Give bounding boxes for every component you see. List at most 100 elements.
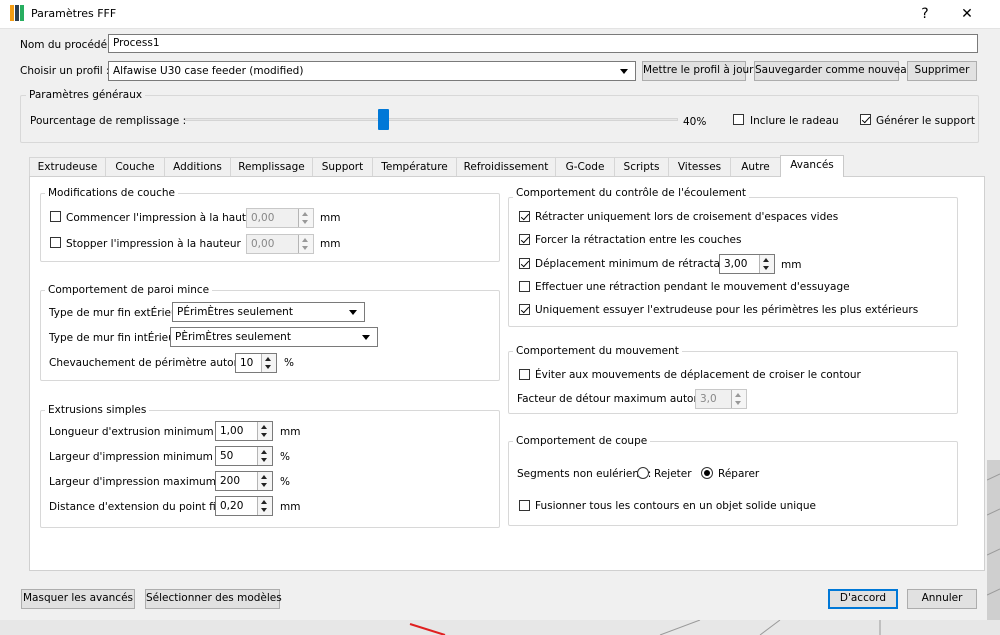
extrusion-label: Largeur d'impression maximum <box>49 476 216 488</box>
tab-additions[interactable]: Additions <box>164 157 231 176</box>
profile-label: Choisir un profil : <box>20 65 110 77</box>
extrusion-unit: mm <box>280 426 301 438</box>
min-travel-value: 3,00 <box>724 258 748 270</box>
stop-height-spinner[interactable]: 0,00 <box>246 234 314 254</box>
avoid-crossing-checkbox[interactable] <box>519 369 530 380</box>
stop-height-unit: mm <box>320 238 341 250</box>
outer-wall-select[interactable]: PÉrimÈtres seulement <box>172 302 365 322</box>
start-height-checkbox[interactable] <box>50 211 61 222</box>
chevron-down-icon <box>362 335 370 340</box>
wipe-retract-checkbox[interactable] <box>519 281 530 292</box>
start-height-value: 0,00 <box>251 212 275 224</box>
wipe-outer-checkbox[interactable] <box>519 304 530 315</box>
inner-wall-value: PÈrimÈtres seulement <box>175 331 291 343</box>
spin-arrows-icon[interactable] <box>298 209 313 227</box>
extrusion-label: Largeur d'impression minimum <box>49 451 213 463</box>
raft-checkbox[interactable] <box>733 114 744 125</box>
tab-temperature[interactable]: Température <box>372 157 457 176</box>
overlap-unit: % <box>284 357 294 369</box>
tab-scripts[interactable]: Scripts <box>614 157 669 176</box>
wipe-retract-label: Effectuer une rétraction pendant le mouv… <box>535 281 850 293</box>
start-height-label: Commencer l'impression à la hauteur <box>66 212 264 224</box>
stop-height-label: Stopper l'impression à la hauteur <box>66 238 241 250</box>
force-retract-label: Forcer la rétractation entre les couches <box>535 234 742 246</box>
spin-arrows-icon[interactable] <box>261 354 276 372</box>
merge-contours-checkbox[interactable] <box>519 500 530 511</box>
ok-button[interactable]: D'accord <box>828 589 898 609</box>
infill-slider-thumb[interactable] <box>378 109 389 130</box>
spin-arrows-icon[interactable] <box>257 497 272 515</box>
tab-couche[interactable]: Couche <box>105 157 165 176</box>
spin-arrows-icon[interactable] <box>257 447 272 465</box>
hide-advanced-button[interactable]: Masquer les avancés <box>21 589 135 609</box>
tab-vitesses[interactable]: Vitesses <box>668 157 731 176</box>
spin-arrows-icon[interactable] <box>298 235 313 253</box>
window-title: Paramètres FFF <box>31 7 117 20</box>
tab-autre[interactable]: Autre <box>730 157 781 176</box>
overlap-spinner[interactable]: 10 <box>235 353 277 373</box>
spin-arrows-icon[interactable] <box>257 472 272 490</box>
infill-value: 40% <box>683 116 707 128</box>
extrusion-unit: % <box>280 476 290 488</box>
select-models-button[interactable]: Sélectionner des modèles <box>145 589 282 609</box>
cancel-button[interactable]: Annuler <box>907 589 977 609</box>
retract-crossing-label: Rétracter uniquement lors de croisement … <box>535 211 839 223</box>
start-height-unit: mm <box>320 212 341 224</box>
process-name-label: Nom du procédé : <box>20 39 114 51</box>
detour-spinner[interactable]: 3,0 <box>695 389 747 409</box>
tab-refroidissement[interactable]: Refroidissement <box>456 157 556 176</box>
cutting-group <box>508 441 958 526</box>
spin-arrows-icon[interactable] <box>731 390 746 408</box>
max-width-spinner[interactable]: 200 <box>215 471 273 491</box>
spin-arrows-icon[interactable] <box>759 255 774 273</box>
extrusion-label: Longueur d'extrusion minimum <box>49 426 214 438</box>
tab-support[interactable]: Support <box>312 157 373 176</box>
endpoint-extension-spinner[interactable]: 0,20 <box>215 496 273 516</box>
start-height-spinner[interactable]: 0,00 <box>246 208 314 228</box>
min-extrusion-spinner[interactable]: 1,00 <box>215 421 273 441</box>
chevron-down-icon <box>620 69 628 74</box>
process-name-input[interactable]: Process1 <box>108 34 978 53</box>
tab-avances[interactable]: Avancés <box>780 155 844 177</box>
support-label: Générer le support <box>876 115 975 127</box>
delete-profile-button[interactable]: Supprimer <box>907 61 977 81</box>
force-retract-checkbox[interactable] <box>519 234 530 245</box>
extrusion-value: 1,00 <box>220 425 244 437</box>
profile-select[interactable]: Alfawise U30 case feeder (modified) <box>108 61 636 81</box>
save-as-new-button[interactable]: Sauvegarder comme nouveau <box>754 61 913 81</box>
reject-label: Rejeter <box>654 468 692 480</box>
overlap-label: Chevauchement de périmètre autorisé <box>49 357 253 369</box>
title-bar: Paramètres FFF ? ✕ <box>0 0 1000 29</box>
thin-wall-title: Comportement de paroi mince <box>45 284 213 296</box>
detour-value: 3,0 <box>700 393 717 405</box>
update-profile-button[interactable]: Mettre le profil à jour <box>642 61 753 81</box>
overlap-value: 10 <box>240 357 254 369</box>
detour-label: Facteur de détour maximum autorisé <box>517 393 713 405</box>
repair-radio[interactable] <box>701 467 713 479</box>
profile-select-value: Alfawise U30 case feeder (modified) <box>113 65 304 77</box>
infill-slider-track <box>185 118 678 121</box>
tab-extrudeuse[interactable]: Extrudeuse <box>29 157 106 176</box>
general-settings-title: Paramètres généraux <box>26 89 146 101</box>
support-checkbox[interactable] <box>860 114 871 125</box>
spin-arrows-icon[interactable] <box>257 422 272 440</box>
inner-wall-select[interactable]: PÈrimÈtres seulement <box>170 327 378 347</box>
min-travel-spinner[interactable]: 3,00 <box>719 254 775 274</box>
close-button[interactable]: ✕ <box>955 4 979 24</box>
reject-radio[interactable] <box>637 467 649 479</box>
help-button[interactable]: ? <box>915 4 935 24</box>
extrusion-unit: % <box>280 451 290 463</box>
viewport-background <box>0 620 1000 635</box>
viewport-grid-edge <box>987 460 1000 620</box>
tab-gcode[interactable]: G-Code <box>555 157 615 176</box>
retract-crossing-checkbox[interactable] <box>519 211 530 222</box>
tab-remplissage[interactable]: Remplissage <box>230 157 313 176</box>
infill-slider[interactable] <box>185 108 678 132</box>
stop-height-checkbox[interactable] <box>50 237 61 248</box>
dialog-window: Paramètres FFF ? ✕ Nom du procédé : Proc… <box>0 0 1000 621</box>
min-travel-checkbox[interactable] <box>519 258 530 269</box>
flow-control-title: Comportement du contrôle de l'écoulement <box>513 187 750 199</box>
min-travel-label: Déplacement minimum de rétractation <box>535 258 741 270</box>
extrusion-value: 200 <box>220 475 241 487</box>
min-width-spinner[interactable]: 50 <box>215 446 273 466</box>
